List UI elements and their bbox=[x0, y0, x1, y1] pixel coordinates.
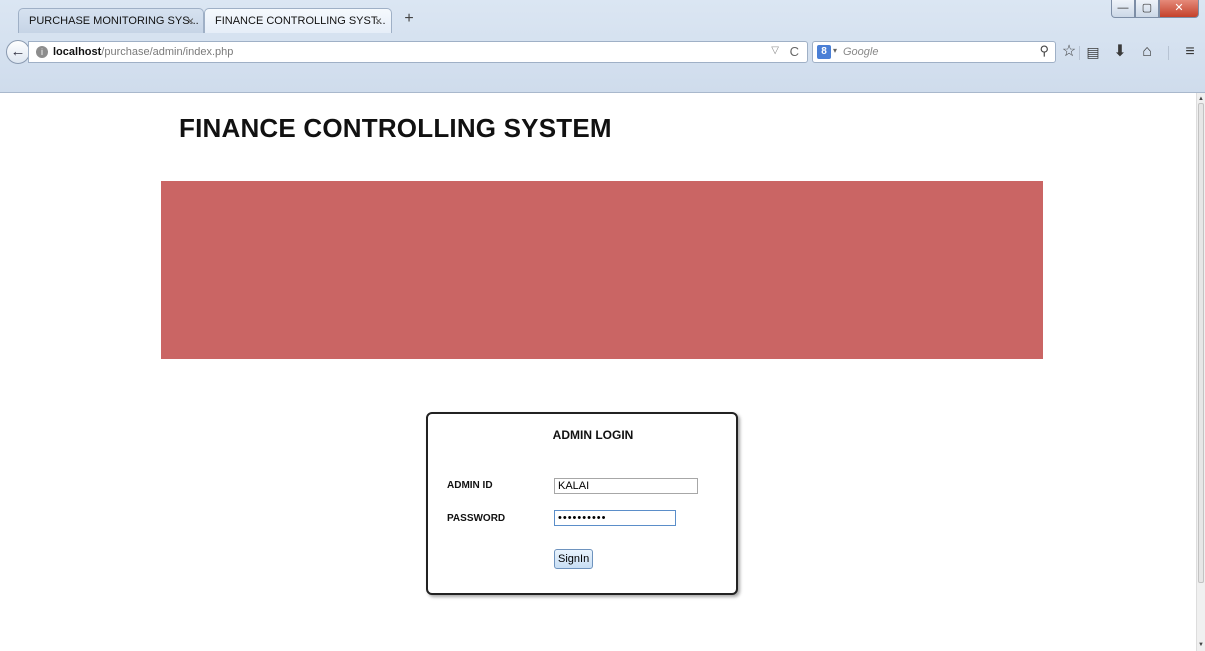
scrollbar-thumb[interactable] bbox=[1198, 103, 1204, 583]
tab-finance-controlling[interactable]: FINANCE CONTROLLING SYST... × bbox=[204, 8, 392, 33]
home-icon[interactable]: ⌂ bbox=[1137, 43, 1157, 61]
search-bar[interactable]: 8 ▾ Google ⚲ bbox=[812, 41, 1056, 63]
window-controls: — ▢ ✕ bbox=[1111, 0, 1199, 20]
address-bar[interactable]: i localhost/purchase/admin/index.php ▽ C bbox=[28, 41, 808, 63]
url-history-dropdown-icon[interactable]: ▽ bbox=[771, 45, 779, 56]
tab-close-icon[interactable]: × bbox=[187, 14, 194, 28]
hamburger-menu-icon[interactable]: ≡ bbox=[1180, 43, 1200, 61]
toolbar-divider bbox=[1079, 46, 1080, 60]
site-identity-icon[interactable]: i bbox=[36, 46, 48, 58]
tab-close-icon[interactable]: × bbox=[375, 14, 382, 28]
url-text[interactable]: localhost/purchase/admin/index.php bbox=[53, 46, 233, 58]
downloads-icon[interactable]: ⬇ bbox=[1110, 43, 1130, 61]
page-title: FINANCE CONTROLLING SYSTEM bbox=[179, 113, 612, 143]
search-icon[interactable]: ⚲ bbox=[1039, 43, 1049, 59]
navigation-bar: ← i localhost/purchase/admin/index.php ▽… bbox=[0, 34, 1205, 70]
login-heading: ADMIN LOGIN bbox=[552, 428, 634, 442]
password-label: PASSWORD bbox=[447, 513, 506, 524]
search-placeholder: Google bbox=[843, 46, 879, 58]
bookmark-star-icon[interactable]: ☆ bbox=[1059, 43, 1079, 61]
tab-purchase-monitoring[interactable]: PURCHASE MONITORING SYS... × bbox=[18, 8, 204, 33]
url-host: localhost bbox=[53, 46, 102, 58]
password-input[interactable] bbox=[554, 510, 676, 526]
header-banner bbox=[161, 181, 1043, 359]
engine-dropdown-icon[interactable]: ▾ bbox=[833, 46, 837, 55]
browser-chrome: PURCHASE MONITORING SYS... × FINANCE CON… bbox=[0, 0, 1205, 93]
tab-title: FINANCE CONTROLLING SYST... bbox=[215, 15, 386, 27]
bookmarks-menu-icon[interactable]: ▤ bbox=[1083, 43, 1103, 61]
admin-login-form: ADMIN LOGIN ADMIN ID PASSWORD SignIn bbox=[426, 412, 738, 595]
toolbar-divider bbox=[1168, 46, 1169, 60]
tab-strip: PURCHASE MONITORING SYS... × FINANCE CON… bbox=[0, 0, 1205, 34]
back-arrow-icon[interactable]: ← bbox=[6, 40, 30, 64]
minimize-icon[interactable]: — bbox=[1111, 0, 1135, 18]
reload-icon[interactable]: C bbox=[790, 44, 799, 59]
google-engine-icon[interactable]: 8 bbox=[817, 45, 831, 59]
signin-button[interactable]: SignIn bbox=[554, 549, 594, 569]
tab-title: PURCHASE MONITORING SYS... bbox=[29, 15, 199, 27]
maximize-icon[interactable]: ▢ bbox=[1135, 0, 1159, 18]
admin-id-input[interactable] bbox=[554, 478, 698, 494]
url-path: /purchase/admin/index.php bbox=[101, 46, 234, 58]
scroll-up-arrow-icon[interactable]: ▲ bbox=[1198, 96, 1204, 102]
vertical-scrollbar[interactable]: ▲ ▼ bbox=[1196, 93, 1205, 651]
page-viewport: FINANCE CONTROLLING SYSTEM ADMIN LOGIN A… bbox=[0, 93, 1196, 651]
admin-id-label: ADMIN ID bbox=[447, 480, 493, 491]
close-window-icon[interactable]: ✕ bbox=[1159, 0, 1199, 18]
new-tab-icon[interactable]: + bbox=[400, 10, 418, 28]
scroll-down-arrow-icon[interactable]: ▼ bbox=[1198, 642, 1204, 648]
